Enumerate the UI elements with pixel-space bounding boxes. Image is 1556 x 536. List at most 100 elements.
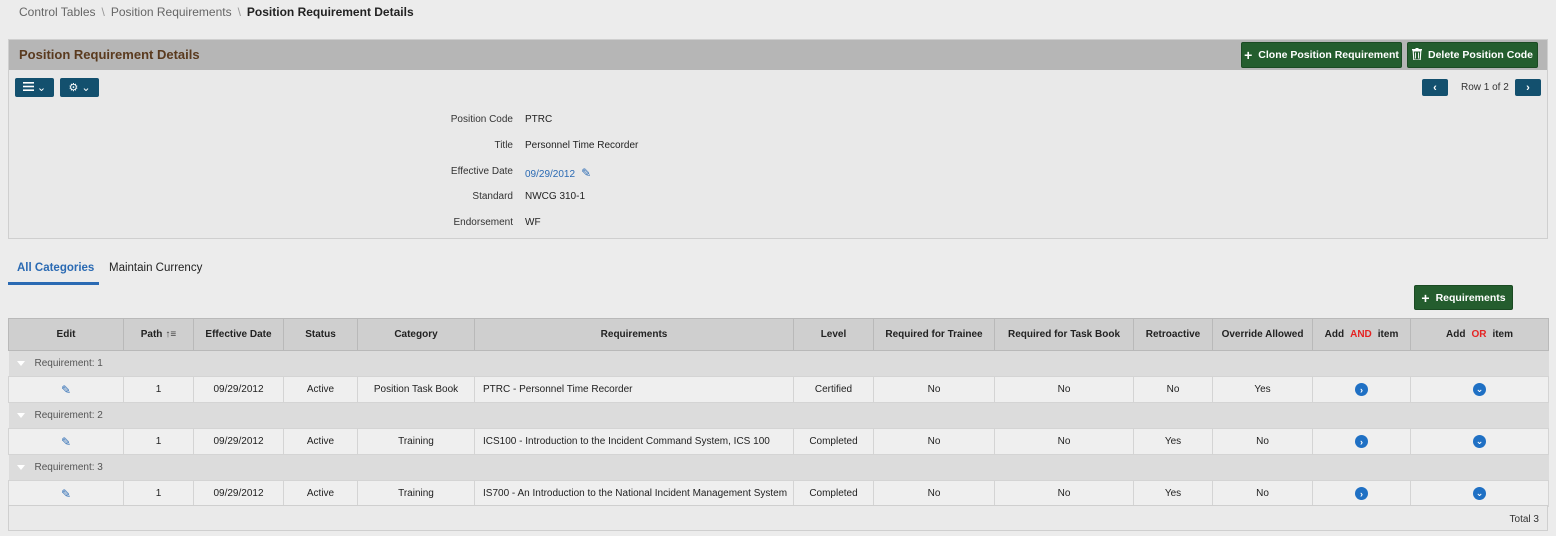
col-add-and: Add AND item: [1312, 318, 1411, 351]
col-category[interactable]: Category: [357, 318, 475, 351]
cell-retroactive: Yes: [1133, 428, 1213, 455]
detail-label: Position Code: [450, 114, 513, 125]
cell-category: Position Task Book: [357, 376, 475, 403]
settings-menu-button[interactable]: ⚙ ⌄: [60, 78, 99, 97]
add-label: Add: [1445, 329, 1466, 340]
group-row[interactable]: Requirement: 1: [8, 350, 1549, 377]
edit-icon[interactable]: ✎: [581, 166, 591, 180]
and-keyword: AND: [1350, 329, 1372, 340]
cell-taskbook: No: [994, 480, 1134, 507]
cell-path: 1: [123, 376, 194, 403]
panel-title: Position Requirement Details: [19, 47, 200, 62]
edit-cell[interactable]: ✎: [8, 480, 124, 507]
delete-button-label: Delete Position Code: [1427, 49, 1533, 61]
group-header[interactable]: Requirement: 3: [8, 454, 1549, 481]
breadcrumb-control-tables[interactable]: Control Tables: [19, 5, 96, 19]
item-label: item: [1377, 329, 1399, 340]
tab-all-categories[interactable]: All Categories: [17, 262, 94, 274]
col-level[interactable]: Level: [793, 318, 874, 351]
collapse-triangle-icon[interactable]: [16, 412, 25, 418]
sort-ascending-icon[interactable]: ↑≡: [165, 329, 176, 340]
detail-label: Title: [494, 140, 513, 151]
breadcrumb: Control Tables \ Position Requirements \ Pos…: [19, 5, 414, 19]
chevron-down-circle-icon[interactable]: ⌄: [1473, 435, 1486, 448]
cell-path: 1: [123, 480, 194, 507]
col-add-or: Add OR item: [1410, 318, 1549, 351]
edit-cell[interactable]: ✎: [8, 428, 124, 455]
cell-level: Completed: [793, 480, 874, 507]
chevron-right-circle-icon[interactable]: ›: [1355, 487, 1368, 500]
table-row: ✎ 1 09/29/2012 Active Position Task Book…: [8, 376, 1549, 403]
pager-text: Row 1 of 2: [1461, 82, 1509, 93]
cell-path: 1: [123, 428, 194, 455]
clone-position-requirement-button[interactable]: + Clone Position Requirement: [1241, 42, 1402, 68]
panel-header: Position Requirement Details + Clone Pos…: [9, 40, 1547, 70]
collapse-triangle-icon[interactable]: [16, 464, 25, 470]
add-requirements-button[interactable]: + Requirements: [1414, 285, 1513, 310]
cell-requirement: ICS100 - Introduction to the Incident Co…: [474, 428, 794, 455]
chevron-right-circle-icon[interactable]: ›: [1355, 435, 1368, 448]
detail-value: NWCG 310-1: [525, 191, 586, 202]
details-panel: Position Requirement Details + Clone Pos…: [8, 39, 1548, 239]
col-required-taskbook[interactable]: Required for Task Book: [994, 318, 1134, 351]
breadcrumb-separator: \: [237, 5, 241, 19]
group-header[interactable]: Requirement: 1: [8, 350, 1549, 377]
effective-date-link[interactable]: 09/29/2012 ✎: [525, 166, 591, 180]
edit-icon[interactable]: ✎: [61, 383, 71, 397]
next-row-button[interactable]: ›: [1515, 79, 1541, 96]
col-status[interactable]: Status: [283, 318, 358, 351]
detail-label: Endorsement: [453, 217, 513, 228]
chevron-down-icon: ⌄: [36, 82, 47, 94]
chevron-right-circle-icon[interactable]: ›: [1355, 383, 1368, 396]
cell-effective-date: 09/29/2012: [193, 376, 284, 403]
cell-taskbook: No: [994, 428, 1134, 455]
col-effective-date[interactable]: Effective Date: [193, 318, 284, 351]
trash-icon: [1411, 47, 1422, 63]
edit-icon[interactable]: ✎: [61, 435, 71, 449]
col-requirements[interactable]: Requirements: [474, 318, 794, 351]
chevron-down-circle-icon[interactable]: ⌄: [1473, 383, 1486, 396]
col-override[interactable]: Override Allowed: [1212, 318, 1313, 351]
group-label: Requirement: 1: [34, 358, 103, 369]
requirements-table: Edit Path ↑≡ Effective Date Status Catego…: [8, 318, 1549, 507]
edit-icon[interactable]: ✎: [61, 487, 71, 501]
col-required-trainee[interactable]: Required for Trainee: [873, 318, 995, 351]
or-keyword: OR: [1471, 329, 1487, 340]
group-header[interactable]: Requirement: 2: [8, 402, 1549, 429]
cell-category: Training: [357, 480, 475, 507]
cell-requirement: PTRC - Personnel Time Recorder: [474, 376, 794, 403]
col-edit: Edit: [8, 318, 124, 351]
chevron-down-circle-icon[interactable]: ⌄: [1473, 487, 1486, 500]
group-label: Requirement: 3: [34, 462, 103, 473]
prev-row-button[interactable]: ‹: [1422, 79, 1448, 96]
clone-button-label: Clone Position Requirement: [1258, 49, 1399, 61]
group-label: Requirement: 2: [34, 410, 103, 421]
group-row[interactable]: Requirement: 2: [8, 402, 1549, 429]
cell-category: Training: [357, 428, 475, 455]
cell-override: No: [1212, 428, 1313, 455]
view-menu-button[interactable]: ⌄: [15, 78, 54, 97]
group-row[interactable]: Requirement: 3: [8, 454, 1549, 481]
detail-label: Effective Date: [450, 166, 513, 177]
cell-trainee: No: [873, 428, 995, 455]
add-label: Add: [1324, 329, 1345, 340]
delete-position-code-button[interactable]: Delete Position Code: [1407, 42, 1538, 68]
breadcrumb-current: Position Requirement Details: [246, 5, 414, 19]
collapse-triangle-icon[interactable]: [16, 360, 25, 366]
active-tab-indicator: [8, 282, 99, 285]
cell-add-and: ›: [1312, 428, 1411, 455]
total-count: Total 3: [1509, 514, 1539, 525]
col-retroactive[interactable]: Retroactive: [1133, 318, 1213, 351]
cell-override: No: [1212, 480, 1313, 507]
detail-title: Title Personnel Time Recorder: [9, 140, 1549, 156]
col-path[interactable]: Path ↑≡: [123, 318, 194, 351]
cell-effective-date: 09/29/2012: [193, 480, 284, 507]
item-label: item: [1492, 329, 1513, 340]
detail-value: WF: [525, 217, 541, 228]
cell-trainee: No: [873, 480, 995, 507]
breadcrumb-position-requirements[interactable]: Position Requirements: [111, 5, 232, 19]
cell-add-or: ⌄: [1410, 376, 1549, 403]
edit-cell[interactable]: ✎: [8, 376, 124, 403]
cell-override: Yes: [1212, 376, 1313, 403]
tab-maintain-currency[interactable]: Maintain Currency: [109, 262, 202, 274]
